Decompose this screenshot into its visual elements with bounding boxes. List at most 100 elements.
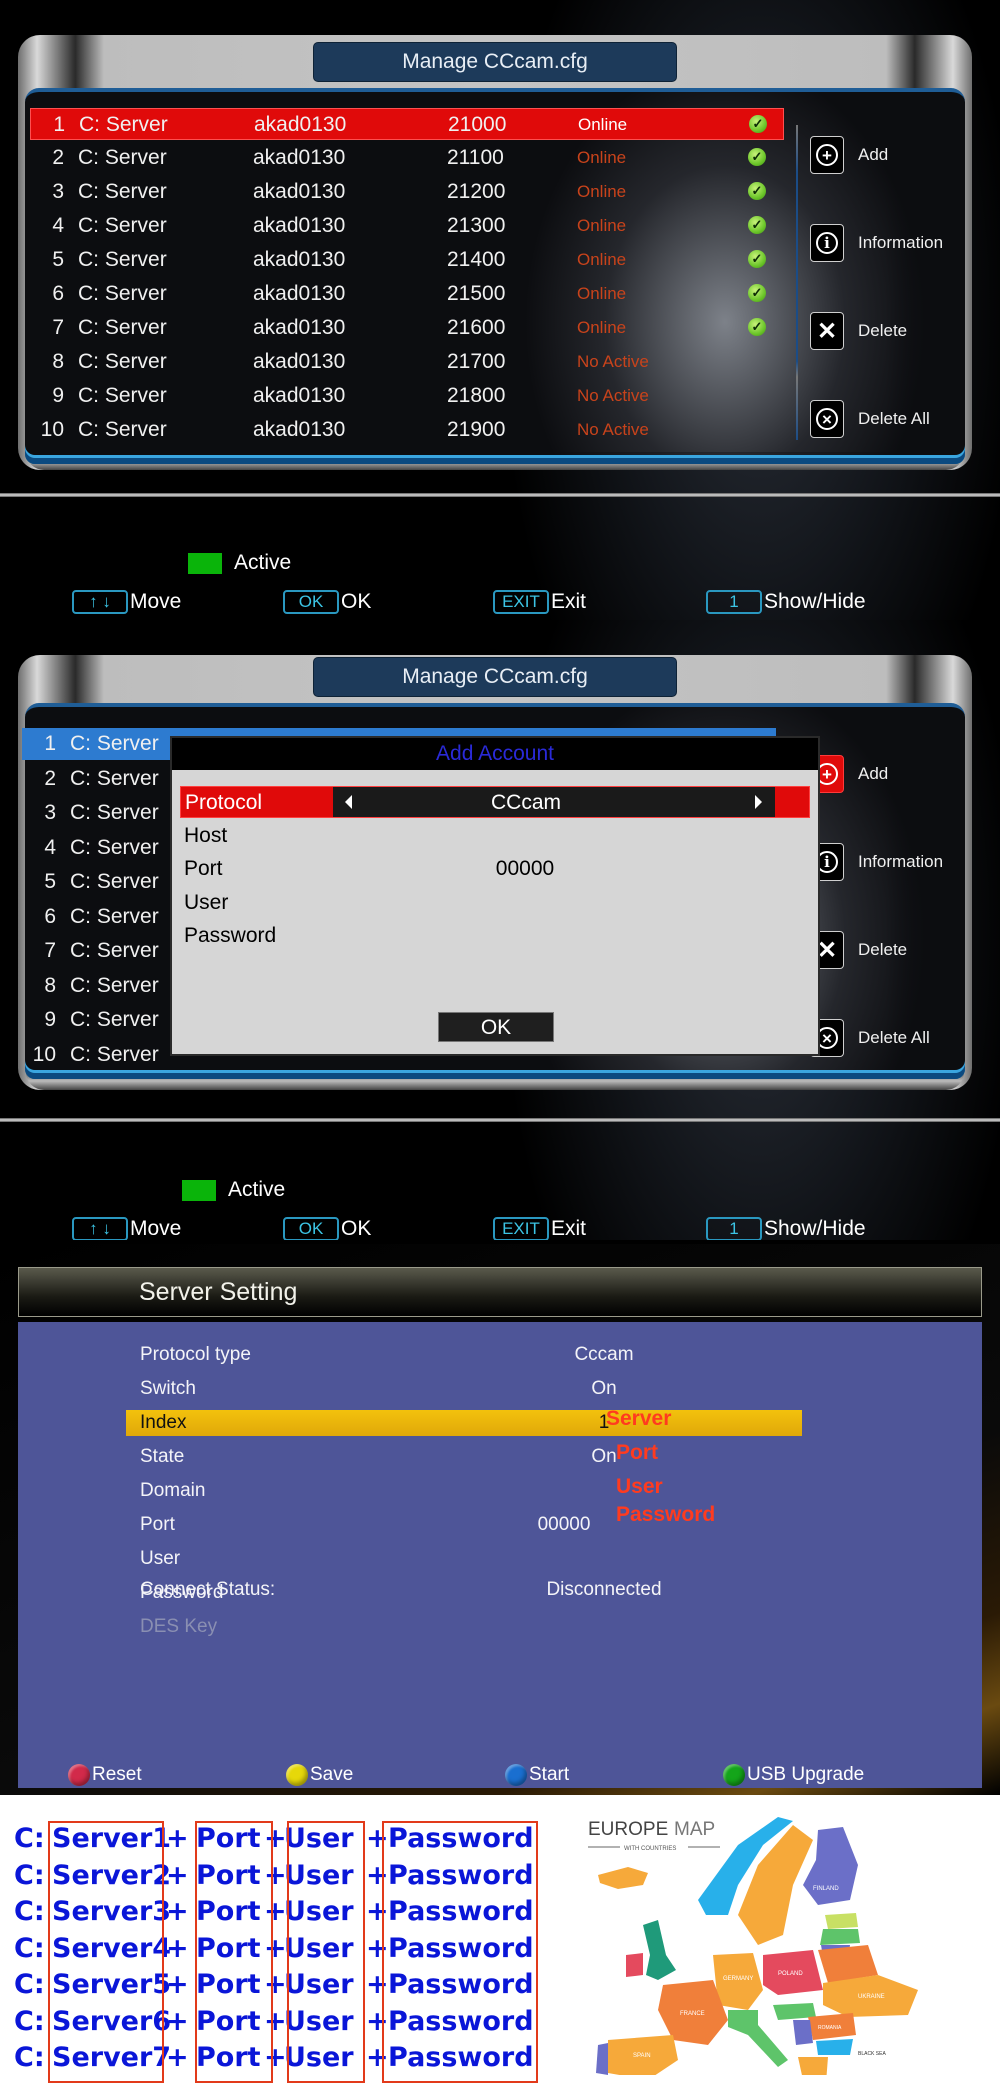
setting-switch[interactable]: Switch On [126, 1376, 802, 1402]
server-row[interactable]: 3 C: Server akad0130 21200 Online ✓ [30, 176, 784, 208]
manage-cccam-panel-1: Manage CCcam.cfg 1 C: Server akad0130 21000… [0, 0, 1000, 620]
x-circle-icon: × [810, 400, 844, 438]
server-port: 21800 [447, 384, 506, 407]
delete-all-button[interactable]: × Delete All [810, 1018, 930, 1058]
map-bulgaria [816, 2039, 853, 2055]
row-number: 1 [44, 732, 56, 755]
button-label: Add [858, 764, 889, 783]
field-host[interactable]: Host [180, 820, 810, 852]
formula-plus: + [166, 1859, 189, 1891]
start-button[interactable]: Start [505, 1764, 569, 1786]
server-name: C: Server [70, 835, 159, 859]
field-port[interactable]: Port 00000 [180, 853, 810, 885]
check-icon: ✓ [748, 284, 766, 302]
server-name: C: Server [78, 316, 167, 339]
annotation-server: Server [606, 1407, 672, 1430]
server-status: Online [577, 182, 627, 201]
row-number: 8 [44, 973, 56, 997]
information-button[interactable]: i Information [810, 842, 943, 882]
connect-status-value: Disconnected [546, 1579, 662, 1600]
row-number: 3 [52, 180, 64, 203]
setting-index[interactable]: Index 1 [126, 1410, 802, 1436]
button-label: Delete [858, 321, 908, 340]
row-number: 4 [52, 214, 64, 237]
map-ireland [626, 1953, 643, 1977]
key-hint-showhide[interactable]: 1 Show/Hide [706, 1217, 866, 1240]
plus-circle-glyph: + [816, 144, 838, 166]
server-user: akad0130 [253, 384, 346, 407]
arrow-right-icon[interactable] [755, 795, 762, 809]
formula-prefix: C: [14, 2005, 45, 2037]
add-button[interactable]: + Add [810, 135, 888, 175]
server-name: C: Server [70, 766, 159, 790]
setting-domain[interactable]: Domain [126, 1478, 802, 1504]
arrow-left-icon[interactable] [345, 795, 352, 809]
add-button[interactable]: + Add [810, 754, 888, 794]
server-row[interactable]: 10 C: Server akad0130 21900 No Active [30, 414, 784, 446]
server-row[interactable]: 6 C: Server akad0130 21500 Online ✓ [30, 278, 784, 310]
setting-user[interactable]: User [126, 1546, 802, 1572]
key-hint-exit[interactable]: EXIT Exit [493, 590, 586, 614]
key-showhide-icon: 1 [706, 590, 762, 614]
delete-button[interactable]: ✕ Delete [810, 311, 907, 351]
setting-label: Protocol type [140, 1344, 251, 1365]
server-row[interactable]: 7 C: Server akad0130 21600 Online ✓ [30, 312, 784, 344]
setting-label: Port [140, 1514, 175, 1535]
formula-prefix: C: [14, 1932, 45, 1964]
delete-button[interactable]: ✕ Delete [810, 930, 907, 970]
field-protocol[interactable]: Protocol CCcam [180, 786, 810, 818]
list-scrollbar[interactable] [796, 125, 798, 440]
key-hint-showhide[interactable]: 1 Show/Hide [706, 590, 866, 614]
save-button[interactable]: Save [286, 1764, 353, 1786]
reset-button[interactable]: Reset [68, 1764, 142, 1786]
setting-value: Cccam [574, 1344, 634, 1365]
server-row[interactable]: 9 C: Server akad0130 21800 No Active [30, 380, 784, 412]
highlight-box [382, 1821, 538, 2083]
key-hint-move[interactable]: ↑ ↓ Move [72, 1217, 181, 1240]
key-hint-ok[interactable]: OK OK [283, 1217, 371, 1240]
setting-label: User [140, 1548, 181, 1569]
row-number: 1 [53, 113, 65, 136]
field-password[interactable]: Password [180, 920, 810, 952]
annotation-user: User [616, 1475, 663, 1498]
server-row[interactable]: 1 C: Server akad0130 21000 Online ✓ [30, 108, 784, 140]
button-label: Delete [858, 940, 908, 959]
add-account-dialog: Add Account Protocol CCcam Host Port 00000 Us… [170, 736, 820, 1056]
row-number: 9 [52, 384, 64, 407]
server-row[interactable]: 8 C: Server akad0130 21700 No Active [30, 346, 784, 378]
row-number: 7 [44, 939, 56, 962]
button-label: Delete All [858, 409, 930, 428]
delete-all-button[interactable]: × Delete All [810, 399, 930, 439]
setting-label: State [140, 1446, 185, 1467]
key-showhide-icon: 1 [706, 1217, 762, 1240]
information-button[interactable]: i Information [810, 223, 943, 263]
key-label: Show/Hide [764, 590, 866, 613]
key-ok-icon: OK [283, 1217, 339, 1240]
server-row[interactable]: 5 C: Server akad0130 21400 Online ✓ [30, 244, 784, 276]
highlight-box [48, 1821, 164, 2083]
setting-state[interactable]: State On [126, 1444, 802, 1470]
label-finland: FINLAND [813, 1886, 839, 1892]
legend-label: Active [234, 551, 292, 574]
key-hint-exit[interactable]: EXIT Exit [493, 1217, 586, 1240]
server-row[interactable]: 4 C: Server akad0130 21300 Online ✓ [30, 210, 784, 242]
check-icon: ✓ [749, 115, 767, 133]
setting-protocol-type[interactable]: Protocol type Cccam [126, 1342, 802, 1368]
setting-value: On [591, 1378, 617, 1399]
check-icon: ✓ [748, 148, 766, 166]
key-hint-move[interactable]: ↑ ↓ Move [72, 590, 181, 614]
europe-map: EUROPE MAP WITH COUNTRIES FINLAND POLAND… [588, 1817, 918, 2075]
row-number: 5 [52, 248, 64, 271]
ok-button[interactable]: OK [438, 1012, 554, 1042]
key-hint-ok[interactable]: OK OK [283, 590, 371, 614]
server-port: 21500 [447, 282, 506, 305]
save-color-icon [286, 1764, 308, 1786]
active-swatch [188, 552, 222, 574]
usb-upgrade-button[interactable]: USB Upgrade [723, 1764, 864, 1786]
server-name: C: Server [78, 350, 167, 373]
button-label: Delete All [858, 1028, 930, 1047]
button-label: Add [858, 145, 889, 164]
server-row[interactable]: 2 C: Server akad0130 21100 Online ✓ [30, 142, 784, 174]
server-name: C: Server [70, 870, 159, 893]
field-user[interactable]: User [180, 887, 810, 919]
